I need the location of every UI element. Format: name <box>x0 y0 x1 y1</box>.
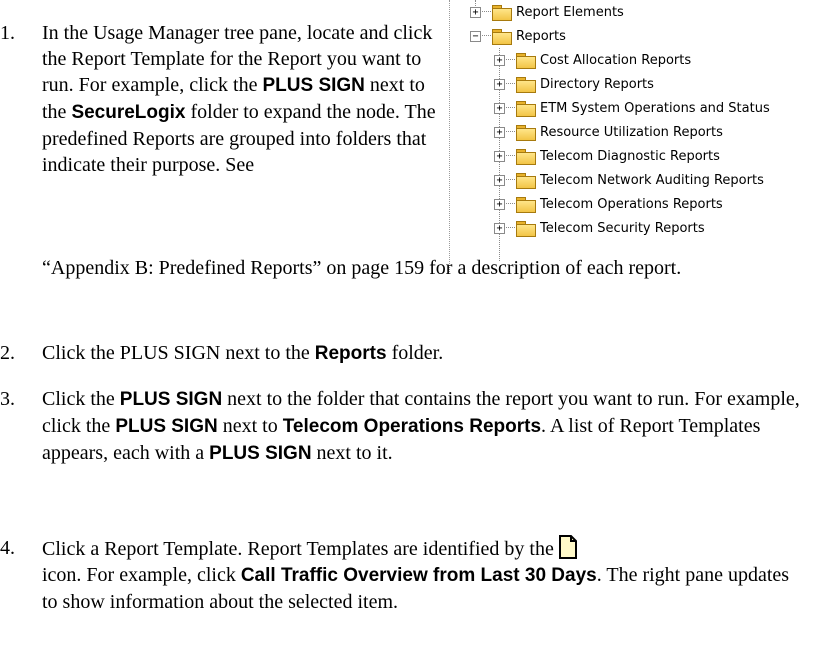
step-number: 1. <box>0 22 15 44</box>
usage-manager-tree-pane: + Report Elements − Reports + Cost Alloc… <box>449 0 810 272</box>
report-template-icon <box>558 535 578 559</box>
tree-node-report-elements[interactable]: + Report Elements <box>470 0 624 24</box>
folder-icon <box>516 148 536 165</box>
expand-icon[interactable]: + <box>494 102 505 114</box>
tree-node-telecom-operations-reports[interactable]: + Telecom Operations Reports <box>494 192 723 216</box>
tree-node-telecom-network-auditing-reports[interactable]: + Telecom Network Auditing Reports <box>494 168 764 192</box>
expand-icon[interactable]: + <box>470 6 481 18</box>
expand-icon[interactable]: + <box>494 150 505 162</box>
tree-node-cost-allocation-reports[interactable]: + Cost Allocation Reports <box>494 48 691 72</box>
expand-icon[interactable]: + <box>494 54 505 66</box>
step-number: 2. <box>0 342 15 364</box>
tree-node-label: Cost Allocation Reports <box>540 52 692 68</box>
tree-node-label: Telecom Security Reports <box>540 220 705 236</box>
tree-node-etm-system-operations[interactable]: + ETM System Operations and Status <box>494 96 770 120</box>
tree-node-label: Telecom Diagnostic Reports <box>540 148 720 164</box>
expand-icon[interactable]: + <box>494 174 505 186</box>
tree-node-resource-utilization-reports[interactable]: + Resource Utilization Reports <box>494 120 723 144</box>
folder-icon <box>516 172 536 189</box>
folder-icon <box>492 4 512 21</box>
step-2-text: Click the PLUS SIGN next to the Reports … <box>42 342 444 364</box>
collapse-icon[interactable]: − <box>470 30 481 42</box>
folder-icon <box>516 124 536 141</box>
folder-icon <box>492 28 512 45</box>
tree-node-directory-reports[interactable]: + Directory Reports <box>494 72 654 96</box>
tree-node-label: Report Elements <box>516 4 624 20</box>
tree-node-telecom-diagnostic-reports[interactable]: + Telecom Diagnostic Reports <box>494 144 720 168</box>
tree-node-label: Telecom Network Auditing Reports <box>540 172 764 188</box>
tree-node-label: Directory Reports <box>540 76 654 92</box>
folder-icon <box>516 220 536 237</box>
tree-node-label: Telecom Operations Reports <box>540 196 723 212</box>
tree-node-reports[interactable]: − Reports <box>470 24 566 48</box>
expand-icon[interactable]: + <box>494 126 505 138</box>
folder-icon <box>516 52 536 69</box>
expand-icon[interactable]: + <box>494 222 505 234</box>
step-1-text: In the Usage Manager tree pane, locate a… <box>42 22 436 176</box>
folder-icon <box>516 76 536 93</box>
tree-node-label: Resource Utilization Reports <box>540 124 723 140</box>
step-3-text: Click the PLUS SIGN next to the folder t… <box>42 388 800 464</box>
step-number: 4. <box>0 537 15 559</box>
expand-icon[interactable]: + <box>494 78 505 90</box>
folder-icon <box>516 100 536 117</box>
step-1-continued-text: “Appendix B: Predefined Reports” on page… <box>42 257 682 279</box>
tree-node-telecom-security-reports[interactable]: + Telecom Security Reports <box>494 216 705 240</box>
folder-icon <box>516 196 536 213</box>
tree-node-label: Reports <box>516 28 566 44</box>
step-number: 3. <box>0 388 15 410</box>
expand-icon[interactable]: + <box>494 198 505 210</box>
tree-node-label: ETM System Operations and Status <box>540 100 770 116</box>
step-4-text: Click a Report Template. Report Template… <box>42 535 802 615</box>
